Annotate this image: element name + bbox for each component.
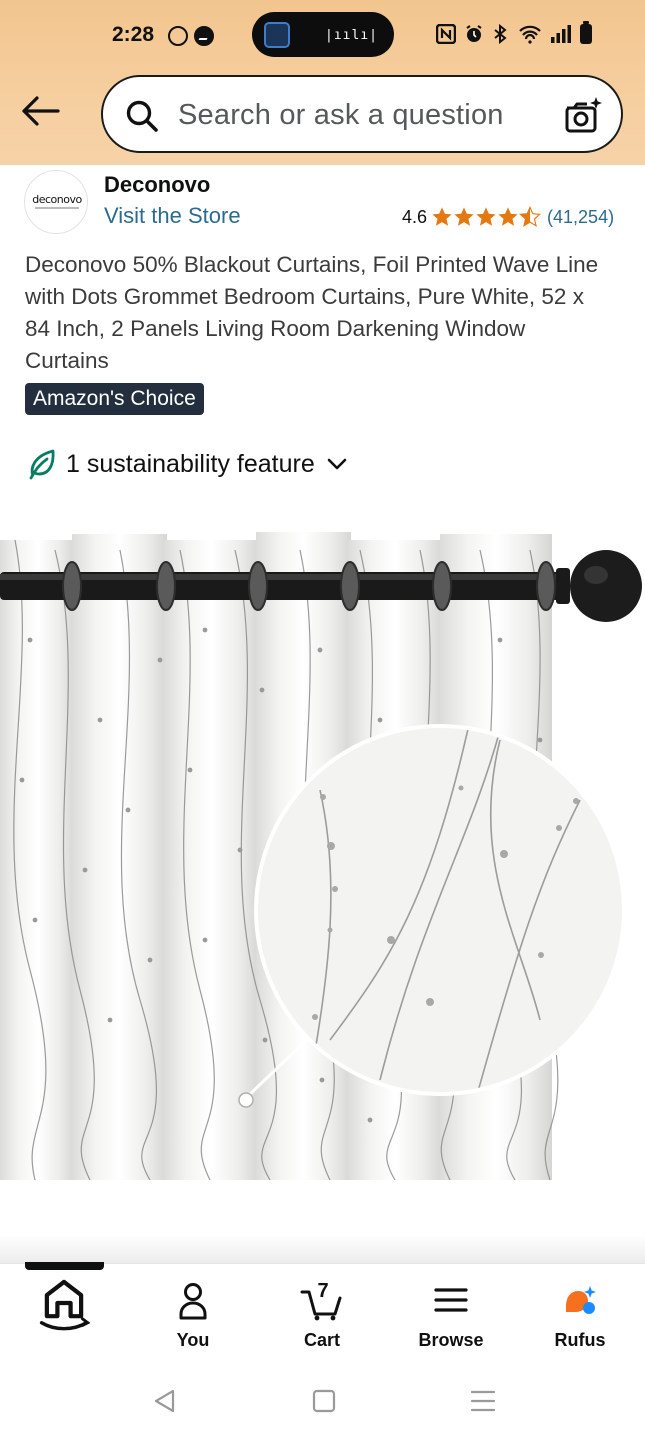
alarm-icon (466, 25, 482, 42)
nav-browse[interactable]: Browse (396, 1278, 506, 1351)
rufus-icon (566, 1286, 596, 1314)
rating-value: 4.6 (402, 206, 428, 227)
brand-logo-tagline (35, 207, 79, 209)
bluetooth-icon (494, 24, 507, 44)
curtain-illustration (0, 532, 642, 1180)
dynamic-island: |ıılı| (252, 12, 394, 57)
recents-icon[interactable] (469, 1387, 497, 1415)
cart-count: 7 (317, 1280, 328, 1302)
leaf-icon (29, 449, 55, 480)
rating-row[interactable]: 4.6 (41,254) (402, 206, 614, 228)
brand-logo[interactable]: deconovo (24, 170, 88, 234)
chevron-down-icon (327, 458, 347, 470)
bottom-nav: You 7 Cart Browse Rufus (0, 1263, 645, 1363)
back-triangle-icon[interactable] (151, 1387, 179, 1415)
nav-home[interactable] (9, 1278, 119, 1340)
nav-label: You (176, 1330, 210, 1350)
bottom-divider (0, 1235, 645, 1263)
star-rating (431, 206, 541, 228)
wifi-icon (519, 25, 541, 44)
nav-label: Cart (303, 1330, 340, 1350)
rating-count[interactable]: (41,254) (547, 207, 614, 228)
sustainability-label: 1 sustainability feature (66, 449, 315, 478)
star-icon (498, 207, 518, 226)
nav-you[interactable]: You (138, 1278, 248, 1351)
menu-icon (434, 1288, 468, 1312)
home-square-icon[interactable] (310, 1387, 338, 1415)
active-tab-indicator (25, 1262, 104, 1270)
star-icon (432, 207, 452, 226)
amazons-choice-badge: Amazon's Choice (25, 383, 204, 415)
whatsapp-icon (168, 26, 188, 46)
person-icon (179, 1283, 207, 1320)
camera-sparkle-icon[interactable] (563, 95, 603, 135)
product-title: Deconovo 50% Blackout Curtains, Foil Pri… (25, 252, 599, 373)
battery-icon (580, 21, 592, 44)
star-icon (454, 207, 474, 226)
nfc-icon (436, 24, 456, 44)
status-right-icons (436, 21, 592, 44)
search-input[interactable]: Search or ask a question (178, 99, 504, 132)
nav-cart[interactable]: 7 Cart (267, 1278, 377, 1351)
nav-label: Rufus (554, 1330, 606, 1350)
visit-store-link[interactable]: Visit the Store (104, 203, 241, 229)
app-icon (264, 22, 290, 48)
audio-wave-icon: |ıılı| (325, 28, 378, 43)
product-image[interactable] (0, 520, 645, 1180)
nav-label: Browse (418, 1330, 484, 1350)
star-icon (476, 207, 496, 226)
back-arrow-icon[interactable] (20, 94, 60, 128)
search-icon (126, 100, 158, 132)
sustainability-toggle[interactable]: 1 sustainability feature (28, 448, 349, 480)
messenger-icon (194, 26, 214, 46)
nav-rufus[interactable]: Rufus (525, 1278, 635, 1351)
brand-name: Deconovo (104, 172, 211, 197)
home-icon (39, 1279, 91, 1331)
star-half-icon (519, 206, 541, 227)
system-nav (0, 1365, 645, 1440)
cart-icon: 7 (300, 1280, 342, 1321)
status-left-icons (168, 26, 214, 46)
status-time: 2:28 (112, 23, 155, 46)
brand-logo-text: deconovo (32, 193, 82, 206)
signal-icon (551, 25, 571, 43)
search-bar[interactable]: Search or ask a question (101, 75, 623, 153)
header: 2:28 |ıılı| Search or ask a question (0, 0, 645, 165)
